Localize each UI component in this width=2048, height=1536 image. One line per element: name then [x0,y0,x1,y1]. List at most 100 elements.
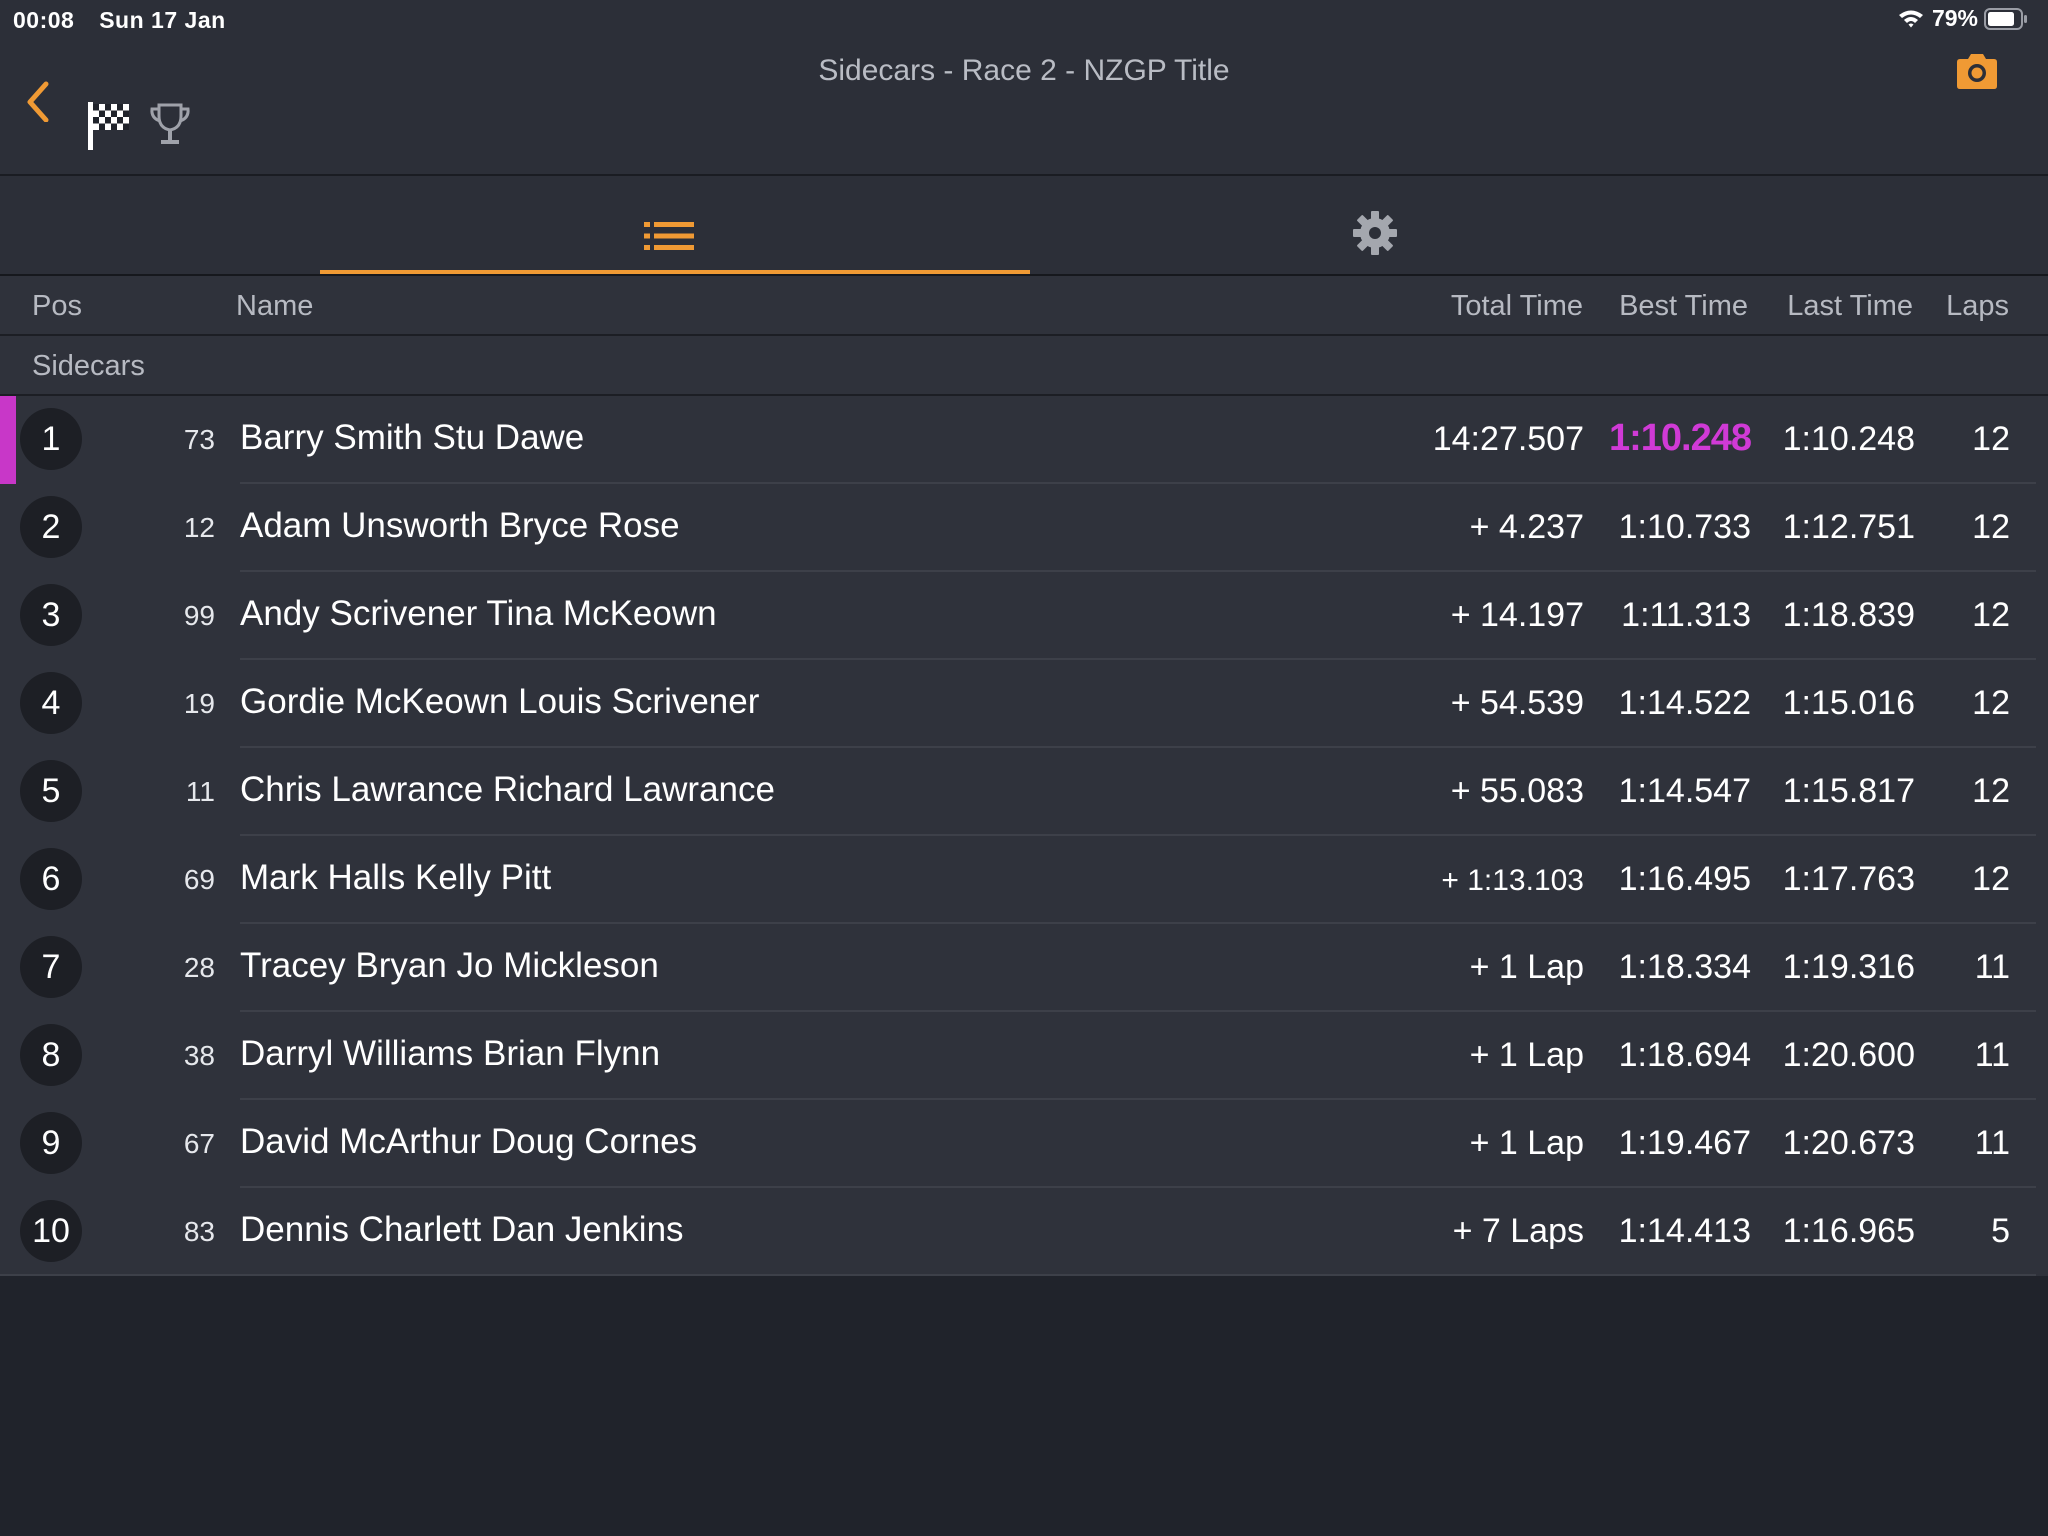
total-time: + 55.083 [1450,772,1584,810]
best-time: 1:11.313 [1621,596,1751,634]
rider-names: Mark Halls Kelly Pitt [240,858,552,897]
tab-list[interactable] [320,176,1030,274]
leader-indicator [0,396,16,484]
status-right: 79% [1898,5,2028,32]
laps: 12 [1972,772,2010,810]
column-name[interactable]: Name [236,290,313,323]
rider-names: Andy Scrivener Tina McKeown [240,594,717,633]
group-label: Sidecars [32,350,145,382]
page-title: Sidecars - Race 2 - NZGP Title [818,54,1230,87]
last-time: 1:10.248 [1782,420,1915,458]
rider-names: Adam Unsworth Bryce Rose [240,506,680,545]
group-header: Sidecars [0,336,2048,396]
table-row[interactable]: 1 73 Barry Smith Stu Dawe 14:27.507 1:10… [0,396,2048,484]
total-time: + 14.197 [1450,596,1584,634]
total-time: 14:27.507 [1432,420,1584,458]
race-number: 69 [183,864,215,895]
table-row[interactable]: 2 12 Adam Unsworth Bryce Rose + 4.237 1:… [0,484,2048,572]
battery-percent: 79% [1931,5,1978,31]
best-time: 1:14.413 [1618,1212,1751,1250]
laps: 11 [1974,1124,2010,1162]
position-badge: 10 [20,1200,82,1262]
table-row[interactable]: 4 19 Gordie McKeown Louis Scrivener + 54… [0,660,2048,748]
position-badge: 7 [20,936,82,998]
status-left: 00:08 Sun 17 Jan [13,7,226,34]
position-badge: 3 [20,584,82,646]
best-time: 1:18.334 [1618,948,1751,986]
checkered-flag-icon[interactable] [86,100,132,152]
best-time: 1:14.547 [1618,772,1751,810]
position-badge: 9 [20,1112,82,1174]
total-time: + 54.539 [1450,684,1584,722]
laps: 12 [1972,420,2010,458]
position-badge: 6 [20,848,82,910]
table-row[interactable]: 6 69 Mark Halls Kelly Pitt + 1:13.103 1:… [0,836,2048,924]
table-row[interactable]: 10 83 Dennis Charlett Dan Jenkins + 7 La… [0,1188,2048,1276]
race-number: 99 [183,600,215,631]
last-time: 1:15.016 [1782,684,1915,722]
column-best-time[interactable]: Best Time [1619,290,1748,323]
race-number: 12 [183,512,215,543]
table-row[interactable]: 3 99 Andy Scrivener Tina McKeown + 14.19… [0,572,2048,660]
race-number: 11 [185,776,215,807]
chevron-left-icon [27,81,49,123]
trophy-icon[interactable] [148,102,192,148]
wifi-icon [1898,10,1923,27]
position-badge: 1 [20,408,82,470]
last-time: 1:16.965 [1782,1212,1915,1250]
laps: 11 [1974,1036,2010,1074]
rider-names: Tracey Bryan Jo Mickleson [240,946,659,985]
table-row[interactable]: 5 11 Chris Lawrance Richard Lawrance + 5… [0,748,2048,836]
status-date: Sun 17 Jan [99,7,226,33]
laps: 12 [1972,596,2010,634]
last-time: 1:20.600 [1782,1036,1915,1074]
race-number: 38 [183,1040,215,1071]
camera-icon [1957,54,1997,89]
selected-tab-indicator [320,270,1030,274]
last-time: 1:18.839 [1782,596,1915,634]
last-time: 1:20.673 [1782,1124,1915,1162]
column-laps[interactable]: Laps [1946,290,2009,323]
list-icon [644,222,694,250]
table-row[interactable]: 7 28 Tracey Bryan Jo Mickleson + 1 Lap 1… [0,924,2048,1012]
best-time: 1:19.467 [1618,1124,1751,1162]
column-last-time[interactable]: Last Time [1787,290,1913,323]
best-time: 1:10.733 [1618,508,1751,546]
status-time: 00:08 [13,7,75,33]
back-button[interactable] [18,60,58,123]
laps: 5 [1991,1212,2010,1250]
total-time: + 1 Lap [1469,948,1584,986]
app: 00:08 Sun 17 Jan 79% Sidecars - Race 2 -… [0,0,2048,1536]
position-badge: 2 [20,496,82,558]
position-badge: 8 [20,1024,82,1086]
status-bar: 00:08 Sun 17 Jan 79% [0,0,2048,40]
total-time: + 4.237 [1469,508,1584,546]
table-row[interactable]: 8 38 Darryl Williams Brian Flynn + 1 Lap… [0,1012,2048,1100]
tab-bar [0,176,2048,276]
column-header: Pos Name Total Time Best Time Last Time … [0,276,2048,336]
column-total-time[interactable]: Total Time [1451,290,1583,323]
race-number: 19 [183,688,215,719]
race-number: 28 [183,952,215,983]
battery-icon [1984,7,2027,30]
tab-settings[interactable] [1030,176,1720,274]
best-time: 1:18.694 [1618,1036,1751,1074]
rider-names: Dennis Charlett Dan Jenkins [240,1210,684,1249]
camera-button[interactable] [1954,52,2000,92]
position-badge: 5 [20,760,82,822]
total-time: + 1 Lap [1469,1036,1584,1074]
rider-names: Darryl Williams Brian Flynn [240,1034,661,1073]
best-time: 1:14.522 [1618,684,1751,722]
total-time: + 7 Laps [1452,1212,1584,1250]
column-pos[interactable]: Pos [32,290,82,323]
position-badge: 4 [20,672,82,734]
rider-names: David McArthur Doug Cornes [240,1122,698,1161]
laps: 12 [1972,860,2010,898]
rider-names: Chris Lawrance Richard Lawrance [240,770,775,809]
race-number: 83 [183,1216,215,1247]
race-number: 73 [183,424,215,455]
rider-names: Gordie McKeown Louis Scrivener [240,682,760,721]
table-row[interactable]: 9 67 David McArthur Doug Cornes + 1 Lap … [0,1100,2048,1188]
race-number: 67 [183,1128,215,1159]
best-time: 1:16.495 [1618,860,1751,898]
